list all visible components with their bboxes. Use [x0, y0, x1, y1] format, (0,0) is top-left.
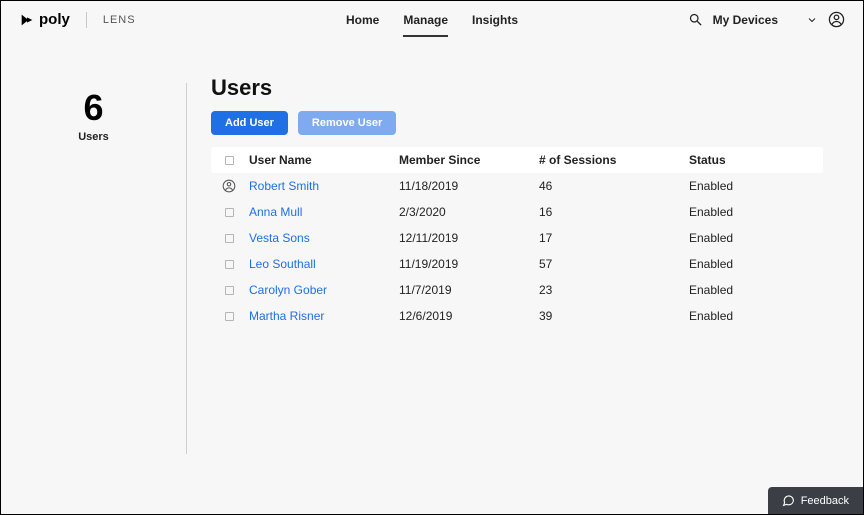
sessions-count: 23 — [537, 283, 687, 297]
chat-icon — [782, 494, 795, 507]
row-checkbox[interactable] — [211, 260, 247, 269]
user-name-link[interactable]: Robert Smith — [247, 179, 397, 193]
user-name-link[interactable]: Leo Southall — [247, 257, 397, 271]
member-since: 2/3/2020 — [397, 205, 537, 219]
poly-logo-icon — [19, 12, 35, 28]
sessions-count: 16 — [537, 205, 687, 219]
row-user-icon[interactable] — [211, 179, 247, 193]
table-header: User Name Member Since # of Sessions Sta… — [211, 147, 823, 173]
row-checkbox[interactable] — [211, 286, 247, 295]
user-name-link[interactable]: Carolyn Gober — [247, 283, 397, 297]
account-icon[interactable] — [828, 11, 845, 28]
col-username[interactable]: User Name — [247, 153, 397, 167]
status-value: Enabled — [687, 231, 823, 245]
user-name-link[interactable]: Vesta Sons — [247, 231, 397, 245]
brand-sub: LENS — [103, 14, 136, 26]
chevron-down-icon[interactable] — [806, 14, 818, 26]
table-row: Carolyn Gober11/7/201923Enabled — [211, 277, 823, 303]
table-row: Vesta Sons12/11/201917Enabled — [211, 225, 823, 251]
user-count-label: Users — [1, 131, 186, 143]
users-table: User Name Member Since # of Sessions Sta… — [211, 147, 823, 329]
user-name-link[interactable]: Martha Risner — [247, 309, 397, 323]
brand: poly LENS — [19, 11, 136, 28]
table-row: Leo Southall11/19/201957Enabled — [211, 251, 823, 277]
status-value: Enabled — [687, 179, 823, 193]
member-since: 11/18/2019 — [397, 179, 537, 193]
actions: Add User Remove User — [211, 111, 833, 135]
nav-insights[interactable]: Insights — [472, 3, 518, 37]
user-name-link[interactable]: Anna Mull — [247, 205, 397, 219]
nav-manage[interactable]: Manage — [403, 3, 448, 37]
status-value: Enabled — [687, 283, 823, 297]
row-checkbox[interactable] — [211, 208, 247, 217]
member-since: 11/19/2019 — [397, 257, 537, 271]
member-since: 11/7/2019 — [397, 283, 537, 297]
remove-user-button[interactable]: Remove User — [298, 111, 396, 135]
table-row: Martha Risner12/6/201939Enabled — [211, 303, 823, 329]
table-row: Robert Smith11/18/201946Enabled — [211, 173, 823, 199]
my-devices-link[interactable]: My Devices — [713, 13, 778, 27]
row-checkbox[interactable] — [211, 234, 247, 243]
brand-logo: poly — [19, 11, 70, 28]
add-user-button[interactable]: Add User — [211, 111, 288, 135]
status-value: Enabled — [687, 309, 823, 323]
member-since: 12/6/2019 — [397, 309, 537, 323]
main-nav: Home Manage Insights — [346, 3, 518, 37]
search-icon[interactable] — [688, 12, 703, 27]
sessions-count: 39 — [537, 309, 687, 323]
sessions-count: 17 — [537, 231, 687, 245]
table-body: Robert Smith11/18/201946EnabledAnna Mull… — [211, 173, 823, 329]
brand-name: poly — [39, 11, 70, 28]
content: 6 Users Users Add User Remove User User … — [1, 39, 863, 514]
topbar-right: My Devices — [688, 11, 845, 28]
col-member-since[interactable]: Member Since — [397, 153, 537, 167]
status-value: Enabled — [687, 257, 823, 271]
status-value: Enabled — [687, 205, 823, 219]
nav-home[interactable]: Home — [346, 3, 379, 37]
col-status[interactable]: Status — [687, 153, 823, 167]
main: Users Add User Remove User User Name Mem… — [187, 39, 863, 514]
feedback-label: Feedback — [801, 495, 849, 507]
sessions-count: 46 — [537, 179, 687, 193]
user-icon — [222, 179, 236, 193]
table-row: Anna Mull2/3/202016Enabled — [211, 199, 823, 225]
topbar: poly LENS Home Manage Insights My Device… — [1, 1, 863, 39]
brand-separator — [86, 12, 87, 28]
feedback-button[interactable]: Feedback — [768, 487, 863, 514]
user-count: 6 — [1, 87, 186, 129]
sidebar: 6 Users — [1, 39, 186, 514]
row-checkbox[interactable] — [211, 312, 247, 321]
member-since: 12/11/2019 — [397, 231, 537, 245]
sessions-count: 57 — [537, 257, 687, 271]
col-sessions[interactable]: # of Sessions — [537, 153, 687, 167]
page-title: Users — [211, 75, 833, 101]
select-all-checkbox[interactable] — [211, 153, 247, 167]
